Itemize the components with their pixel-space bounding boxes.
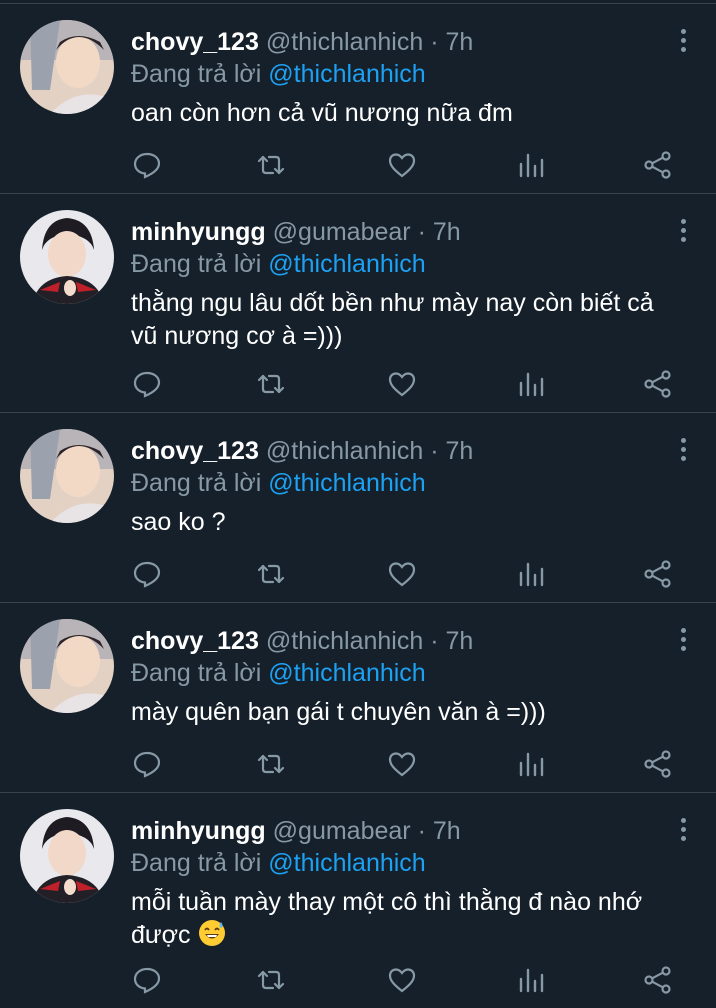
mention-link[interactable]: @thichlanhich	[268, 60, 425, 88]
reply-icon[interactable]	[132, 150, 162, 180]
tweet[interactable]: minhyungg @gumabear · 7h Đang trả lời @t…	[0, 194, 716, 413]
separator-dot: ·	[430, 28, 439, 56]
replying-to: Đang trả lời @thichlanhich	[131, 847, 426, 879]
mention-link[interactable]: @thichlanhich	[268, 659, 425, 687]
action-bar	[0, 749, 716, 779]
tweet-text: oan còn hơn cả vũ nương nữa đm	[131, 99, 513, 127]
retweet-icon[interactable]	[256, 150, 286, 180]
avatar[interactable]	[20, 429, 114, 523]
more-options-icon[interactable]	[680, 628, 688, 655]
retweet-icon[interactable]	[256, 559, 286, 589]
tweet[interactable]: minhyungg @gumabear · 7h Đang trả lời @t…	[0, 793, 716, 1008]
timestamp[interactable]: 7h	[445, 437, 473, 465]
tweet-text-container: mỗi tuần mày thay một cô thì thằng đ nào…	[131, 886, 686, 952]
separator-dot: ·	[417, 218, 426, 246]
analytics-icon[interactable]	[516, 559, 546, 589]
tweet-text: sao ko ?	[131, 508, 226, 536]
author-name[interactable]: chovy_123	[131, 28, 259, 56]
separator-dot: ·	[430, 627, 439, 655]
share-icon[interactable]	[643, 150, 673, 180]
timestamp[interactable]: 7h	[433, 218, 461, 246]
author-handle[interactable]: @thichlanhich	[266, 437, 423, 465]
avatar[interactable]	[20, 20, 114, 114]
action-bar	[0, 150, 716, 180]
more-options-icon[interactable]	[680, 219, 688, 246]
timestamp[interactable]: 7h	[433, 817, 461, 845]
tweet-text: thằng ngu lâu dốt bền như mày nay còn bi…	[131, 289, 654, 350]
retweet-icon[interactable]	[256, 749, 286, 779]
author-name[interactable]: chovy_123	[131, 437, 259, 465]
tweet[interactable]: chovy_123 @thichlanhich · 7h Đang trả lờ…	[0, 603, 716, 793]
mention-link[interactable]: @thichlanhich	[268, 849, 425, 877]
reply-icon[interactable]	[132, 369, 162, 399]
author-name[interactable]: minhyungg	[131, 218, 266, 246]
timestamp[interactable]: 7h	[445, 28, 473, 56]
action-bar	[0, 965, 716, 995]
sweat-smile-emoji	[198, 919, 226, 947]
replying-to: Đang trả lời @thichlanhich	[131, 657, 426, 689]
replying-to-label: Đang trả lời	[131, 250, 262, 278]
retweet-icon[interactable]	[256, 965, 286, 995]
analytics-icon[interactable]	[516, 749, 546, 779]
action-bar	[0, 369, 716, 399]
avatar[interactable]	[20, 809, 114, 903]
replying-to: Đang trả lời @thichlanhich	[131, 248, 426, 280]
mention-link[interactable]: @thichlanhich	[268, 469, 425, 497]
separator-dot: ·	[430, 437, 439, 465]
separator-dot: ·	[417, 817, 426, 845]
replying-to: Đang trả lời @thichlanhich	[131, 58, 426, 90]
share-icon[interactable]	[643, 749, 673, 779]
mention-link[interactable]: @thichlanhich	[268, 250, 425, 278]
author-name[interactable]: minhyungg	[131, 817, 266, 845]
share-icon[interactable]	[643, 369, 673, 399]
replying-to-label: Đang trả lời	[131, 60, 262, 88]
tweet[interactable]: chovy_123 @thichlanhich · 7h Đang trả lờ…	[0, 4, 716, 194]
like-icon[interactable]	[387, 369, 417, 399]
more-options-icon[interactable]	[680, 438, 688, 465]
author-name[interactable]: chovy_123	[131, 627, 259, 655]
analytics-icon[interactable]	[516, 150, 546, 180]
author-handle[interactable]: @thichlanhich	[266, 627, 423, 655]
action-bar	[0, 559, 716, 589]
author-handle[interactable]: @gumabear	[273, 817, 411, 845]
author-handle[interactable]: @thichlanhich	[266, 28, 423, 56]
like-icon[interactable]	[387, 965, 417, 995]
like-icon[interactable]	[387, 150, 417, 180]
avatar[interactable]	[20, 210, 114, 304]
reply-icon[interactable]	[132, 749, 162, 779]
tweet-text: mày quên bạn gái t chuyên văn à =)))	[131, 698, 546, 726]
analytics-icon[interactable]	[516, 965, 546, 995]
replying-to: Đang trả lời @thichlanhich	[131, 467, 426, 499]
more-options-icon[interactable]	[680, 29, 688, 56]
more-options-icon[interactable]	[680, 818, 688, 845]
avatar[interactable]	[20, 619, 114, 713]
replying-to-label: Đang trả lời	[131, 469, 262, 497]
analytics-icon[interactable]	[516, 369, 546, 399]
like-icon[interactable]	[387, 749, 417, 779]
reply-icon[interactable]	[132, 559, 162, 589]
retweet-icon[interactable]	[256, 369, 286, 399]
share-icon[interactable]	[643, 559, 673, 589]
reply-icon[interactable]	[132, 965, 162, 995]
like-icon[interactable]	[387, 559, 417, 589]
replying-to-label: Đang trả lời	[131, 659, 262, 687]
author-handle[interactable]: @gumabear	[273, 218, 411, 246]
share-icon[interactable]	[643, 965, 673, 995]
replying-to-label: Đang trả lời	[131, 849, 262, 877]
tweet[interactable]: chovy_123 @thichlanhich · 7h Đang trả lờ…	[0, 413, 716, 603]
timestamp[interactable]: 7h	[445, 627, 473, 655]
